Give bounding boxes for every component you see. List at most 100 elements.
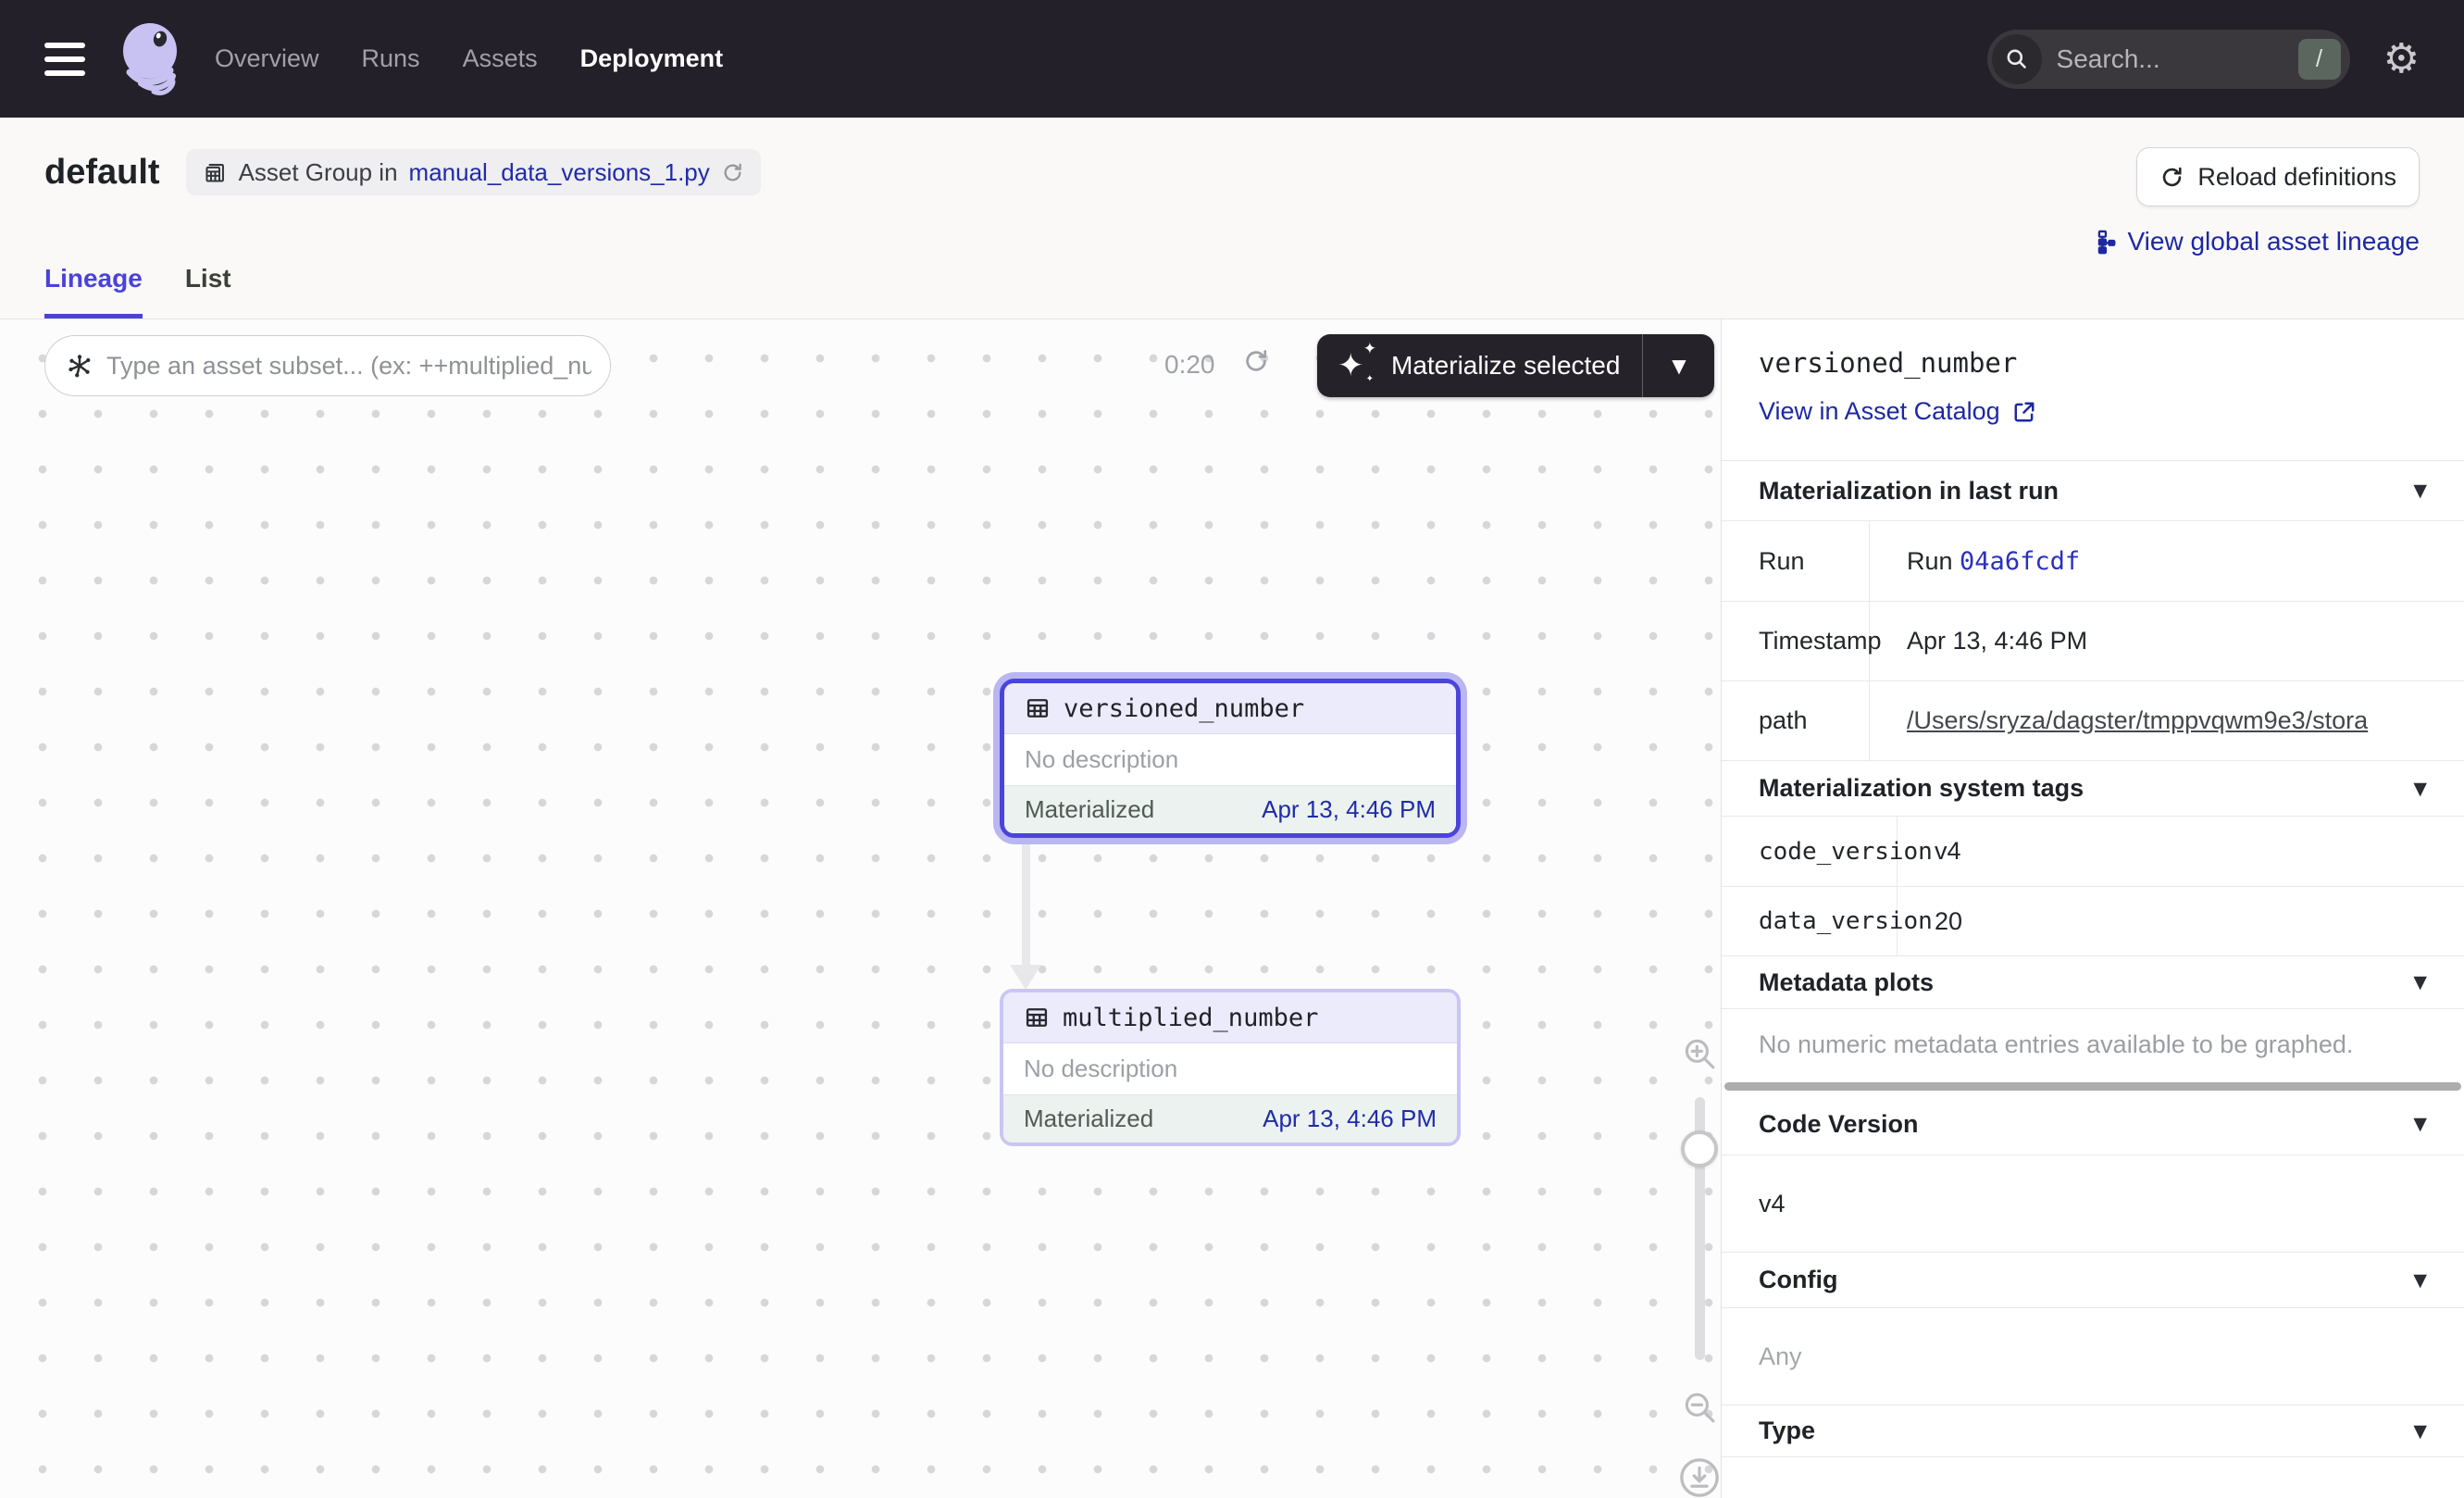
materialize-selected-button[interactable]: ✦✦✦ Materialize selected ▼	[1317, 334, 1714, 397]
asset-node-versioned-number[interactable]: versioned_number No description Material…	[1000, 679, 1461, 838]
asset-group-file-link[interactable]: manual_data_versions_1.py	[409, 158, 710, 187]
table-row: Run Run 04a6fcdf	[1722, 521, 2464, 601]
row-value: Run 04a6fcdf	[1870, 547, 2464, 576]
run-id-link[interactable]: 04a6fcdf	[1960, 547, 2080, 576]
config-value: Any	[1722, 1307, 2464, 1404]
section-header-label: Code Version	[1759, 1110, 1919, 1139]
section-config[interactable]: Config ▼	[1722, 1252, 2464, 1307]
tab-lineage[interactable]: Lineage	[44, 264, 143, 318]
lineage-graph-canvas[interactable]: 0:20 ✦✦✦ Materialize selected ▼	[0, 319, 1722, 1498]
section-header-label: Config	[1759, 1266, 1837, 1294]
download-image-icon[interactable]	[1678, 1456, 1721, 1498]
section-materialization-system-tags[interactable]: Materialization system tags ▼	[1722, 760, 2464, 816]
refresh-icon[interactable]	[721, 161, 744, 184]
section-metadata-plots[interactable]: Metadata plots ▼	[1722, 955, 2464, 1008]
asset-group-pill: Asset Group in manual_data_versions_1.py	[186, 149, 761, 195]
view-tabs: Lineage List	[44, 264, 231, 318]
section-type[interactable]: Type ▼	[1722, 1404, 2464, 1457]
search-input[interactable]	[2057, 44, 2298, 74]
nav-item-assets[interactable]: Assets	[463, 44, 538, 73]
chevron-down-icon: ▼	[2413, 779, 2427, 799]
page-header: default Asset Group in manual_data_versi…	[0, 118, 2464, 319]
materialize-selected-label: Materialize selected	[1391, 351, 1620, 381]
reload-icon	[2159, 165, 2184, 190]
nav-menu: Overview Runs Assets Deployment	[215, 44, 723, 73]
view-in-asset-catalog-link[interactable]: View in Asset Catalog	[1759, 397, 2036, 426]
zoom-controls	[1675, 1034, 1724, 1498]
chevron-down-icon: ▼	[2413, 1270, 2427, 1291]
zoom-slider-handle[interactable]	[1681, 1130, 1718, 1167]
nav-item-deployment[interactable]: Deployment	[580, 44, 724, 73]
view-in-asset-catalog-label: View in Asset Catalog	[1759, 397, 2000, 426]
row-key: path	[1722, 681, 1870, 760]
asset-subset-input[interactable]	[106, 352, 591, 381]
row-value: Apr 13, 4:46 PM	[1870, 627, 2464, 655]
zoom-out-icon[interactable]	[1680, 1388, 1719, 1427]
reload-definitions-label: Reload definitions	[2197, 163, 2396, 192]
gear-icon[interactable]: ⚙	[2383, 39, 2420, 80]
horizontal-scrollbar-thumb[interactable]	[1724, 1082, 2461, 1091]
chevron-down-icon: ▼	[2413, 972, 2427, 992]
nav-item-overview[interactable]: Overview	[215, 44, 319, 73]
graph-refresh-icon[interactable]	[1242, 347, 1270, 375]
search-icon	[1992, 34, 2042, 84]
metadata-plots-empty-state: No numeric metadata entries available to…	[1722, 1008, 2464, 1080]
path-link[interactable]: /Users/sryza/dagster/tmppvqwm9e3/stora	[1907, 706, 2368, 734]
row-key: Timestamp	[1722, 602, 1870, 680]
row-key: Run	[1722, 521, 1870, 601]
section-header-label: Materialization system tags	[1759, 774, 2084, 803]
zoom-slider[interactable]	[1695, 1097, 1705, 1360]
section-code-version[interactable]: Code Version ▼	[1722, 1093, 2464, 1155]
top-nav: Overview Runs Assets Deployment / ⚙	[0, 0, 2464, 118]
system-tags-table: code_version v4 data_version 20	[1722, 816, 2464, 955]
lineage-edge	[1022, 838, 1030, 966]
lineage-graph-icon	[2090, 229, 2116, 255]
tab-list[interactable]: List	[185, 264, 231, 318]
asset-node-timestamp[interactable]: Apr 13, 4:46 PM	[1262, 795, 1436, 824]
row-key: code_version	[1722, 817, 1898, 886]
materialize-options-dropdown[interactable]: ▼	[1642, 334, 1714, 397]
table-row: data_version 20	[1722, 886, 2464, 955]
asset-node-description: No description	[1003, 1043, 1457, 1094]
table-row: Timestamp Apr 13, 4:46 PM	[1722, 601, 2464, 680]
asset-node-name: multiplied_number	[1063, 1004, 1318, 1032]
asset-subset-filter[interactable]	[44, 335, 611, 396]
reload-definitions-button[interactable]: Reload definitions	[2136, 147, 2420, 206]
menu-icon[interactable]	[44, 43, 85, 76]
section-materialization-in-last-run[interactable]: Materialization in last run ▼	[1722, 460, 2464, 520]
asset-details-panel: versioned_number View in Asset Catalog M…	[1722, 319, 2464, 1498]
chevron-down-icon: ▼	[2413, 1421, 2427, 1442]
external-link-icon	[2012, 400, 2036, 424]
run-label: Run	[1907, 547, 1960, 575]
chevron-down-icon: ▼	[2413, 481, 2427, 501]
horizontal-scrollbar	[1722, 1080, 2464, 1093]
page-title: default	[44, 153, 160, 193]
section-header-label: Metadata plots	[1759, 968, 1934, 997]
chevron-down-icon: ▼	[2413, 1114, 2427, 1134]
asset-node-status: Materialized	[1025, 795, 1154, 824]
row-value: 20	[1898, 907, 2464, 936]
global-search[interactable]: /	[1987, 30, 2350, 89]
view-global-asset-lineage-label: View global asset lineage	[2128, 227, 2420, 256]
search-shortcut-badge: /	[2298, 39, 2341, 80]
table-row: code_version v4	[1722, 817, 2464, 886]
code-location-icon	[203, 160, 228, 185]
table-icon	[1025, 695, 1051, 721]
asset-node-name: versioned_number	[1064, 694, 1304, 723]
row-key: data_version	[1722, 887, 1898, 955]
op-selector-icon	[66, 352, 93, 380]
nav-item-runs[interactable]: Runs	[362, 44, 420, 73]
section-header-label: Materialization in last run	[1759, 477, 2059, 506]
refresh-countdown: 0:20	[1164, 350, 1215, 380]
asset-node-timestamp[interactable]: Apr 13, 4:46 PM	[1263, 1105, 1437, 1133]
code-version-value: v4	[1722, 1155, 2464, 1252]
asset-node-description: No description	[1004, 734, 1456, 785]
last-run-table: Run Run 04a6fcdf Timestamp Apr 13, 4:46 …	[1722, 520, 2464, 760]
panel-asset-title: versioned_number	[1759, 347, 2427, 379]
lineage-edge-arrowhead	[1010, 965, 1041, 990]
asset-group-label: Asset Group in	[239, 158, 398, 187]
zoom-in-icon[interactable]	[1680, 1034, 1719, 1073]
asset-node-multiplied-number[interactable]: multiplied_number No description Materia…	[1000, 989, 1461, 1146]
dagster-logo-icon[interactable]	[117, 20, 187, 98]
view-global-asset-lineage-link[interactable]: View global asset lineage	[2090, 227, 2420, 256]
